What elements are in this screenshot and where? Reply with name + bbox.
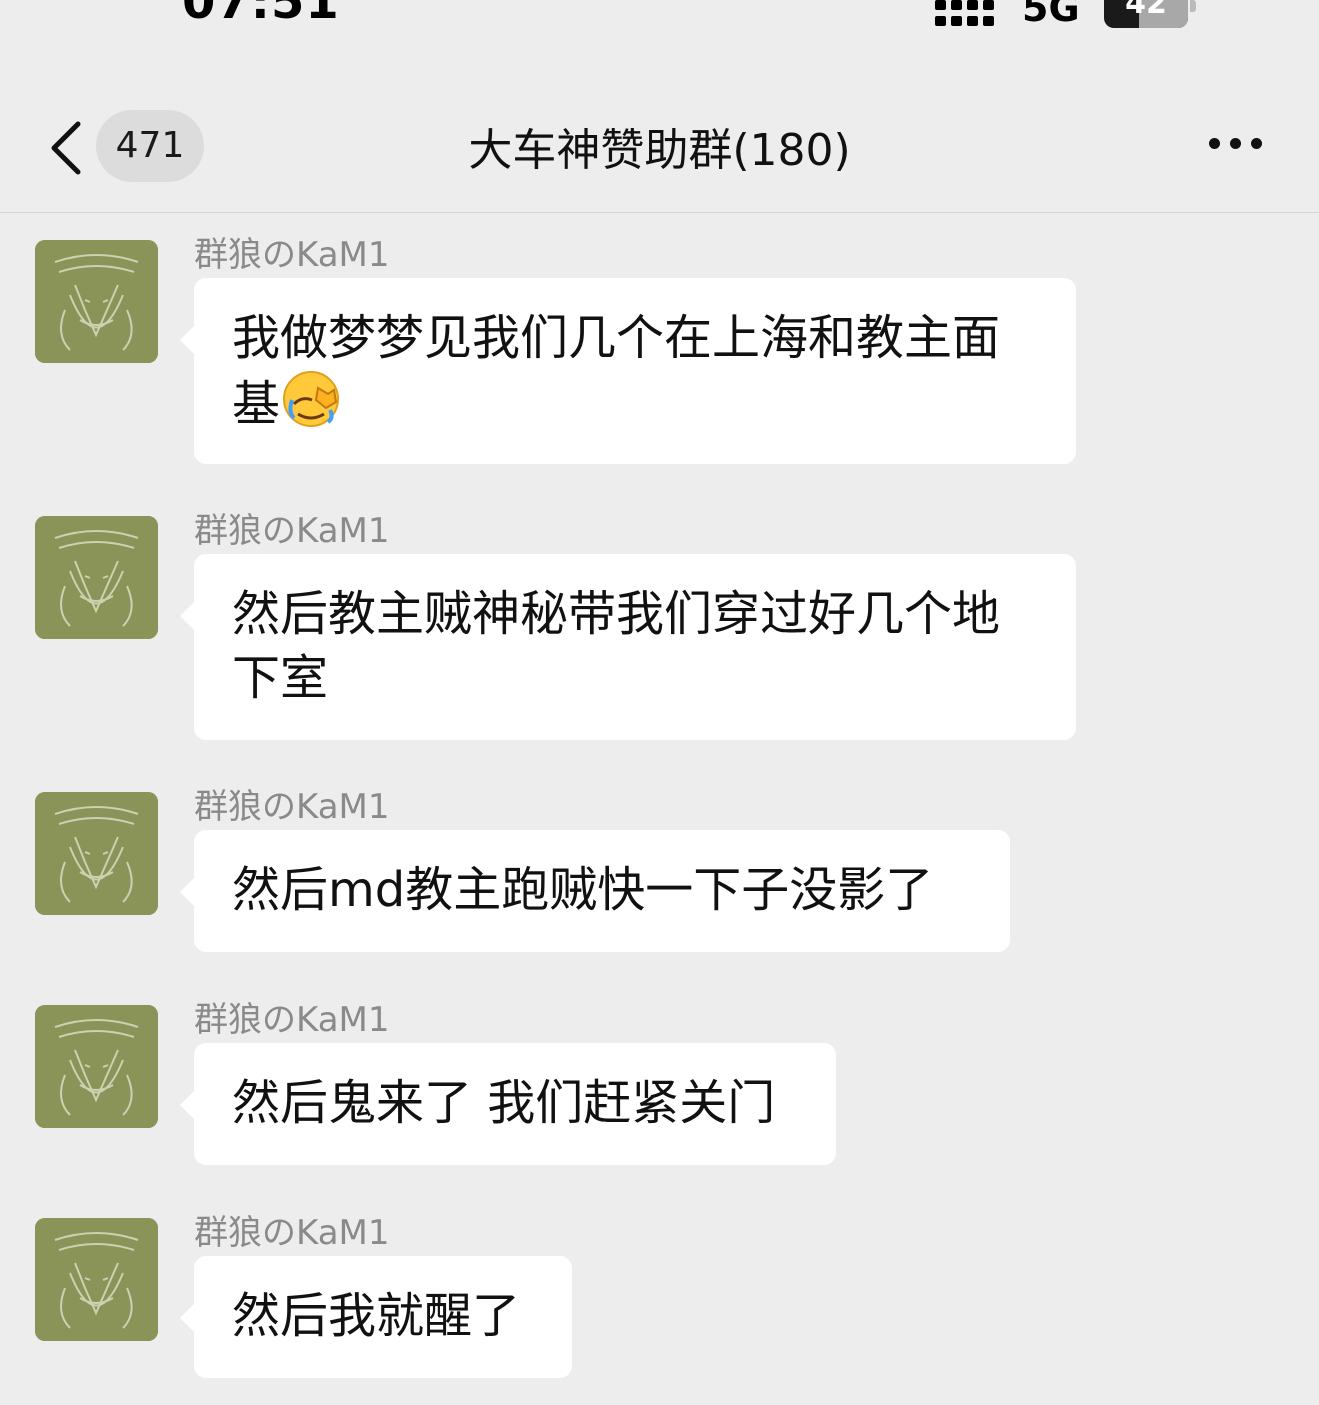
avatar[interactable] [35, 1005, 158, 1128]
message-text: 我做梦梦见我们几个在上海和教主面基 [232, 310, 1001, 432]
avatar[interactable] [35, 792, 158, 915]
message-bubble[interactable]: 然后鬼来了 我们赶紧关门 [180, 1043, 836, 1165]
unread-count-badge: 471 [96, 110, 204, 182]
more-options-button[interactable] [1195, 124, 1275, 164]
wolf-avatar-icon [35, 240, 158, 363]
chevron-left-icon [51, 121, 81, 175]
nav-bar: 471 大车神赞助群(180) [0, 60, 1319, 213]
message-text: 然后我就醒了 [232, 1288, 521, 1344]
message-text: 然后md教主跑贼快一下子没影了 [232, 862, 934, 918]
back-button[interactable]: 471 [40, 110, 210, 185]
avatar[interactable] [35, 516, 158, 639]
message-text: 然后教主贼神秘带我们穿过好几个地下室 [232, 586, 1001, 706]
sender-name: 群狼のKaM1 [194, 511, 390, 551]
network-type: 5G [1022, 0, 1080, 30]
message-bubble[interactable]: 我做梦梦见我们几个在上海和教主面基 [180, 278, 1076, 464]
message-bubble[interactable]: 然后我就醒了 [180, 1256, 572, 1378]
wolf-avatar-icon [35, 1218, 158, 1341]
status-bar: 07:51 5G 42 [0, 0, 1319, 60]
message-bubble[interactable]: 然后md教主跑贼快一下子没影了 [180, 830, 1010, 952]
chat-title: 大车神赞助群(180) [468, 125, 851, 176]
wolf-avatar-icon [35, 1005, 158, 1128]
message-text: 然后鬼来了 我们赶紧关门 [232, 1075, 776, 1131]
wolf-avatar-icon [35, 792, 158, 915]
wolf-avatar-icon [35, 516, 158, 639]
avatar[interactable] [35, 240, 158, 363]
status-time: 07:51 [182, 0, 340, 30]
battery-tip [1190, 0, 1196, 12]
message-bubble[interactable]: 然后教主贼神秘带我们穿过好几个地下室 [180, 554, 1076, 740]
battery-level: 42 [1125, 0, 1167, 21]
signal-strength-icon [935, 0, 1005, 30]
avatar[interactable] [35, 1218, 158, 1341]
face-palm-crying-emoji-icon [283, 371, 340, 427]
sender-name: 群狼のKaM1 [194, 787, 390, 827]
sender-name: 群狼のKaM1 [194, 1000, 390, 1040]
battery-icon: 42 [1104, 0, 1188, 28]
sender-name: 群狼のKaM1 [194, 235, 390, 275]
sender-name: 群狼のKaM1 [194, 1213, 390, 1253]
